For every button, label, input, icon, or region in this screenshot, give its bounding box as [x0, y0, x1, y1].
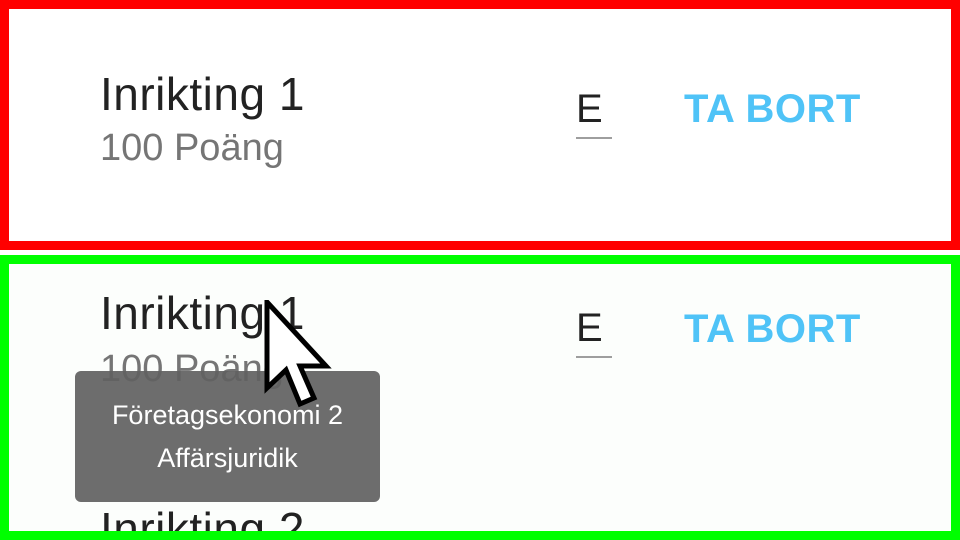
remove-button[interactable]: TA BORT: [684, 307, 861, 352]
grade-select[interactable]: E: [576, 308, 612, 358]
tooltip-line: Affärsjuridik: [157, 442, 298, 473]
mouse-pointer-icon: [264, 300, 332, 408]
grade-select[interactable]: E: [576, 89, 612, 139]
course-title: Inrikting 2: [100, 503, 305, 540]
course-points: 100 Poäng: [100, 127, 284, 169]
course-title: Inrikting 1: [100, 68, 305, 120]
course-tooltip: Företagsekonomi 2 Affärsjuridik: [75, 371, 380, 502]
remove-button[interactable]: TA BORT: [684, 87, 861, 132]
tooltip-line: Företagsekonomi 2: [111, 399, 344, 430]
course-card-selected: Inrikting 1 100 Poäng E TA BORT: [0, 0, 960, 250]
course-list: Inrikting 1 100 Poäng E TA BORT Inriktin…: [0, 255, 960, 540]
